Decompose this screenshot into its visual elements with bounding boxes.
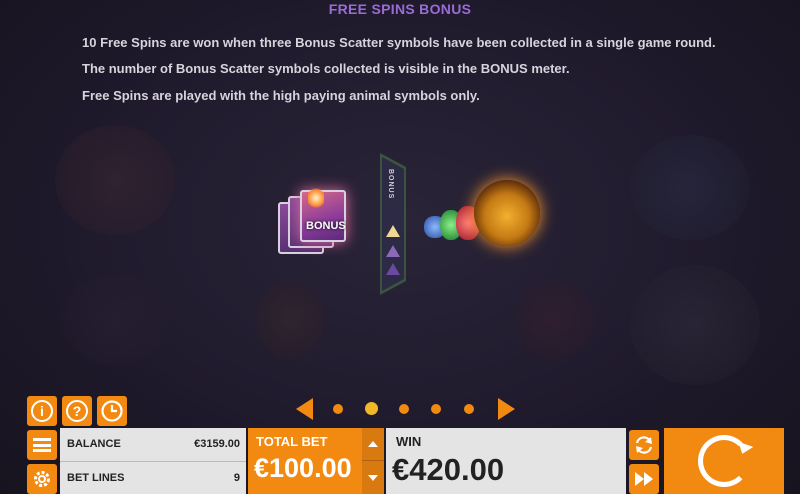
caret-down-icon — [368, 474, 378, 481]
previous-page-arrow[interactable] — [296, 398, 313, 420]
total-bet-label: TOTAL BET — [256, 434, 328, 449]
help-button[interactable]: ? — [62, 396, 92, 426]
help-icon: ? — [66, 400, 88, 422]
settings-button[interactable] — [27, 464, 57, 494]
meter-triangle-icon — [386, 263, 400, 275]
gear-icon — [34, 471, 50, 487]
win-label: WIN — [396, 434, 422, 449]
background-wolf-symbol — [630, 265, 760, 385]
bet-lines-label: BET LINES — [67, 472, 125, 484]
fast-forward-icon — [635, 472, 653, 486]
win-value: €420.00 — [392, 452, 505, 487]
page-dot[interactable] — [333, 404, 343, 414]
description-line: Free Spins are played with the high payi… — [82, 88, 480, 103]
bonus-meter-label: BONUS — [387, 169, 394, 200]
spin-button[interactable] — [664, 428, 784, 494]
background-gem-symbol — [255, 280, 325, 360]
increase-bet-button[interactable] — [362, 428, 384, 461]
page-dot[interactable] — [464, 404, 474, 414]
spin-icon — [698, 435, 750, 487]
bonus-card-label: BONUS — [306, 220, 346, 232]
description-line: The number of Bonus Scatter symbols coll… — [82, 61, 570, 76]
bonus-meter-illustration: BONUS — [378, 153, 408, 295]
background-wolf-symbol — [630, 135, 750, 240]
flare-icon — [308, 186, 324, 210]
autoplay-button[interactable] — [629, 430, 659, 460]
background-bear-symbol — [55, 125, 175, 235]
bet-stepper — [362, 428, 384, 494]
decrease-bet-button[interactable] — [362, 461, 384, 494]
background-symbol — [60, 275, 170, 365]
balance-label: BALANCE — [67, 438, 121, 450]
account-info-panel: BALANCE €3159.00 BET LINES 9 — [60, 428, 246, 494]
balance-row: BALANCE €3159.00 — [60, 428, 246, 461]
background-gem-symbol — [515, 280, 595, 360]
next-page-arrow[interactable] — [498, 398, 515, 420]
page-title: FREE SPINS BONUS — [328, 1, 472, 17]
page-dot-active[interactable] — [365, 402, 378, 415]
total-bet-value: €100.00 — [254, 453, 352, 483]
bull-symbol-icon — [474, 180, 540, 246]
caret-up-icon — [368, 441, 378, 447]
animal-symbols-illustration — [424, 180, 544, 250]
menu-icon — [33, 438, 51, 452]
meter-triangle-icon — [386, 225, 400, 237]
balance-value: €3159.00 — [194, 438, 240, 450]
menu-button[interactable] — [27, 430, 57, 460]
page-dot[interactable] — [399, 404, 409, 414]
info-icon: i — [31, 400, 53, 422]
meter-triangle-icon — [386, 245, 400, 257]
page-dot[interactable] — [431, 404, 441, 414]
bet-lines-row: BET LINES 9 — [60, 461, 246, 494]
total-bet-panel: TOTAL BET €100.00 — [248, 428, 362, 494]
refresh-icon — [635, 436, 653, 454]
info-button[interactable]: i — [27, 396, 57, 426]
bonus-scatter-illustration: BONUS — [278, 186, 350, 258]
fast-play-button[interactable] — [629, 464, 659, 494]
win-panel: WIN €420.00 — [386, 428, 626, 494]
description-line: 10 Free Spins are won when three Bonus S… — [82, 35, 716, 50]
clock-icon — [101, 400, 123, 422]
bet-lines-value: 9 — [233, 472, 240, 484]
history-button[interactable] — [97, 396, 127, 426]
